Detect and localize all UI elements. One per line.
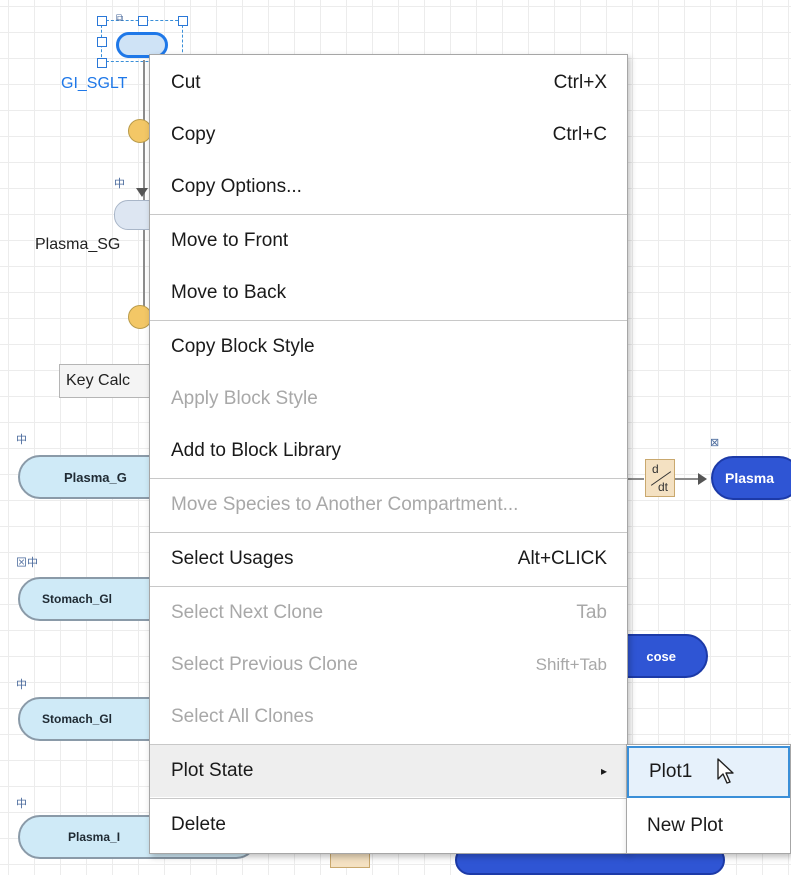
- key-calc-label: Key Calc: [66, 372, 131, 389]
- derivative-numerator: d: [652, 462, 659, 476]
- block-label: Stomach_Gl: [42, 592, 113, 606]
- menu-item-copy-options[interactable]: Copy Options...: [150, 161, 627, 213]
- menu-item-shortcut: Tab: [576, 602, 607, 623]
- mouse-pointer-icon: [716, 757, 740, 787]
- menu-item-cut[interactable]: Cut Ctrl+X: [150, 57, 627, 109]
- block-label-gi-sglt: GI_SGLT: [61, 75, 128, 92]
- triangle-right-icon: ▸: [600, 764, 607, 778]
- menu-item-select-previous-clone: Select Previous Clone Shift+Tab: [150, 639, 627, 691]
- arrow-right-icon: [698, 473, 707, 485]
- menu-item-label: Copy Block Style: [171, 336, 315, 357]
- selection-handle[interactable]: [178, 16, 188, 26]
- connector-line: [628, 478, 644, 480]
- clone-indicator-icon: 中: [16, 679, 27, 691]
- menu-item-shortcut: Shift+Tab: [535, 655, 607, 674]
- block-plasma-right[interactable]: Plasma: [711, 456, 791, 500]
- menu-item-label: Copy Options...: [171, 176, 302, 197]
- menu-item-label: Move to Front: [171, 230, 289, 251]
- menu-item-move-to-back[interactable]: Move to Back: [150, 267, 627, 319]
- menu-item-label: Cut: [171, 72, 201, 93]
- menu-item-label: Plot State: [171, 760, 254, 781]
- menu-item-label: Move Species to Another Compartment...: [171, 494, 519, 515]
- submenu-item-plot1[interactable]: Plot1: [627, 746, 790, 798]
- selection-handle[interactable]: [97, 58, 107, 68]
- plot-state-submenu: Plot1 New Plot: [626, 744, 791, 854]
- arrow-down-icon: [136, 188, 148, 197]
- block-label: Plasma: [725, 470, 775, 486]
- menu-item-move-to-front[interactable]: Move to Front: [150, 215, 627, 267]
- block-label: Plasma_G: [64, 469, 127, 485]
- clone-indicator-icon: 中: [114, 178, 125, 190]
- menu-item-copy[interactable]: Copy Ctrl+C: [150, 109, 627, 161]
- menu-item-select-all-clones: Select All Clones: [150, 691, 627, 743]
- menu-item-shortcut: Alt+CLICK: [517, 548, 607, 569]
- derivative-denominator: dt: [658, 480, 669, 494]
- menu-item-label: Move to Back: [171, 282, 287, 303]
- clone-indicator-icon: ⊠: [710, 437, 720, 449]
- menu-item-label: Select Previous Clone: [171, 654, 358, 675]
- menu-item-label: Add to Block Library: [171, 440, 342, 461]
- block-label: Stomach_Gl: [42, 712, 113, 726]
- menu-item-plot-state[interactable]: Plot State ▸: [150, 745, 627, 797]
- menu-item-select-usages[interactable]: Select Usages Alt+CLICK: [150, 533, 627, 585]
- derivative-block[interactable]: d dt: [645, 459, 675, 497]
- selection-handle[interactable]: [138, 16, 148, 26]
- menu-item-label: Copy: [171, 124, 216, 145]
- menu-item-apply-block-style: Apply Block Style: [150, 373, 627, 425]
- menu-item-label: Apply Block Style: [171, 388, 318, 409]
- block-label-plasma-sg: Plasma_SG: [35, 236, 121, 253]
- menu-item-label: Select All Clones: [171, 706, 314, 727]
- menu-item-label: Select Next Clone: [171, 602, 324, 623]
- menu-item-shortcut: Ctrl+X: [553, 72, 607, 93]
- menu-item-label: Delete: [171, 814, 226, 835]
- menu-item-delete[interactable]: Delete: [150, 799, 627, 851]
- connector-line: [675, 478, 699, 480]
- clone-indicator-icon: 中: [16, 798, 27, 810]
- clone-indicator-icon: ⊠中: [16, 557, 38, 569]
- menu-item-label: Select Usages: [171, 548, 294, 569]
- submenu-item-new-plot[interactable]: New Plot: [627, 800, 790, 852]
- block-label: cose: [646, 648, 676, 664]
- menu-item-select-next-clone: Select Next Clone Tab: [150, 587, 627, 639]
- clone-indicator-icon: 中: [16, 434, 27, 446]
- submenu-item-label: New Plot: [647, 815, 724, 836]
- clone-indicator-icon: ⧉: [116, 13, 124, 24]
- menu-item-shortcut: Ctrl+C: [552, 124, 607, 145]
- selection-handle[interactable]: [97, 16, 107, 26]
- context-menu: Cut Ctrl+X Copy Ctrl+C Copy Options... M…: [149, 54, 628, 854]
- menu-item-copy-block-style[interactable]: Copy Block Style: [150, 321, 627, 373]
- submenu-item-label: Plot1: [649, 761, 693, 782]
- block-label: Plasma_I: [68, 830, 121, 844]
- menu-item-move-species: Move Species to Another Compartment...: [150, 479, 627, 531]
- menu-item-add-to-block-library[interactable]: Add to Block Library: [150, 425, 627, 477]
- selection-handle[interactable]: [97, 37, 107, 47]
